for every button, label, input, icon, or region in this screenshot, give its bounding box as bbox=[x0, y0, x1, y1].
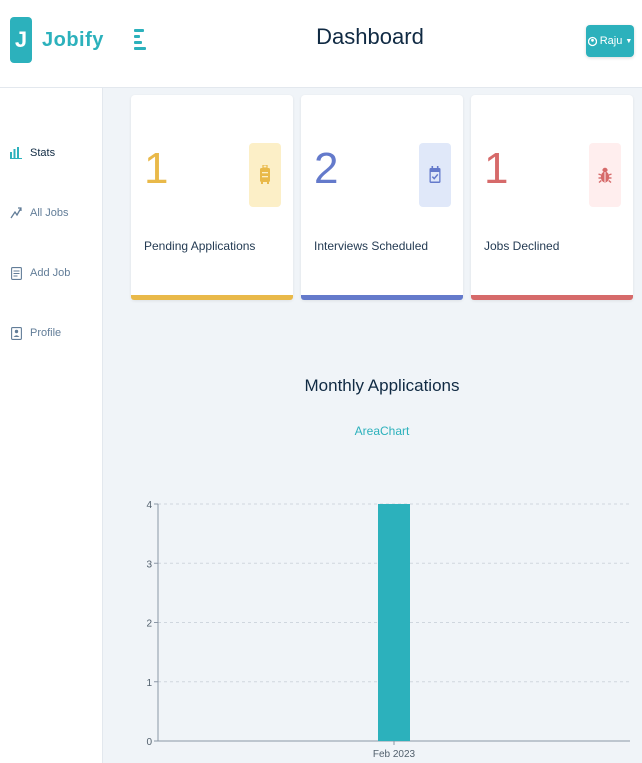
logo-text: Jobify bbox=[42, 28, 104, 51]
menu-bar-icon bbox=[134, 35, 140, 38]
menu-bar-icon bbox=[134, 29, 144, 32]
sidebar-item-profile[interactable]: Profile bbox=[10, 326, 61, 340]
all-jobs-icon bbox=[10, 206, 22, 220]
x-tick-label: Feb 2023 bbox=[373, 749, 416, 760]
stat-icon-box bbox=[419, 143, 451, 207]
stat-card-pending: 1 Pending Applications bbox=[131, 95, 293, 300]
stats-icon bbox=[10, 146, 22, 160]
sidebar-item-label: Profile bbox=[30, 327, 62, 339]
stat-label: Interviews Scheduled bbox=[314, 239, 429, 253]
user-menu-button[interactable]: Raju ▼ bbox=[586, 25, 634, 57]
stat-card-declined: 1 Jobs Declined bbox=[471, 95, 633, 300]
stat-label: Pending Applications bbox=[144, 239, 256, 253]
logo[interactable]: J Jobify bbox=[10, 17, 104, 63]
y-tick-label: 2 bbox=[146, 619, 152, 630]
stat-count: 1 bbox=[144, 144, 169, 193]
y-tick-label: 1 bbox=[146, 678, 152, 689]
stat-count: 2 bbox=[314, 144, 339, 193]
top-navbar: J Jobify Dashboard Raju ▼ bbox=[0, 0, 642, 88]
sidebar-item-label: Stats bbox=[30, 147, 56, 159]
profile-icon bbox=[10, 326, 22, 340]
sidebar-item-stats[interactable]: Stats bbox=[10, 146, 55, 160]
bug-icon bbox=[598, 167, 612, 184]
stat-icon-box bbox=[589, 143, 621, 207]
chart-type-toggle-button[interactable]: AreaChart bbox=[332, 424, 432, 438]
suitcase-icon bbox=[260, 165, 270, 184]
user-circle-icon bbox=[587, 36, 597, 46]
y-tick-label: 4 bbox=[146, 500, 152, 511]
stat-label: Jobs Declined bbox=[484, 239, 560, 253]
sidebar: Stats All Jobs Add Job Profile bbox=[0, 88, 103, 763]
sidebar-item-add-job[interactable]: Add Job bbox=[10, 266, 70, 280]
y-tick-label: 0 bbox=[146, 737, 152, 748]
stat-card-interviews: 2 Interviews Scheduled bbox=[301, 95, 463, 300]
menu-bar-icon bbox=[134, 41, 142, 44]
logo-badge: J bbox=[10, 17, 32, 63]
calendar-check-icon bbox=[429, 166, 441, 183]
caret-down-icon: ▼ bbox=[625, 37, 633, 45]
stat-icon-box bbox=[249, 143, 281, 207]
chart-title: Monthly Applications bbox=[304, 376, 460, 395]
stat-card-border bbox=[301, 295, 463, 300]
add-job-icon bbox=[10, 266, 22, 280]
y-tick-label: 3 bbox=[146, 559, 152, 570]
stat-card-border bbox=[131, 295, 293, 300]
monthly-applications-chart: 0 1 2 3 4 Feb 2023 bbox=[146, 500, 630, 760]
sidebar-item-all-jobs[interactable]: All Jobs bbox=[10, 206, 69, 220]
page-title: Dashboard bbox=[316, 24, 424, 49]
app-root: J Jobify Dashboard Raju ▼ Stats All Jobs… bbox=[0, 0, 642, 763]
stat-card-border bbox=[471, 295, 633, 300]
sidebar-item-label: All Jobs bbox=[30, 207, 69, 219]
menu-bar-icon bbox=[134, 47, 146, 50]
stat-count: 1 bbox=[484, 144, 509, 193]
chart-bar bbox=[378, 504, 410, 741]
sidebar-item-label: Add Job bbox=[30, 267, 71, 279]
sidebar-toggle-button[interactable] bbox=[134, 27, 148, 53]
user-name: Raju bbox=[599, 35, 623, 47]
